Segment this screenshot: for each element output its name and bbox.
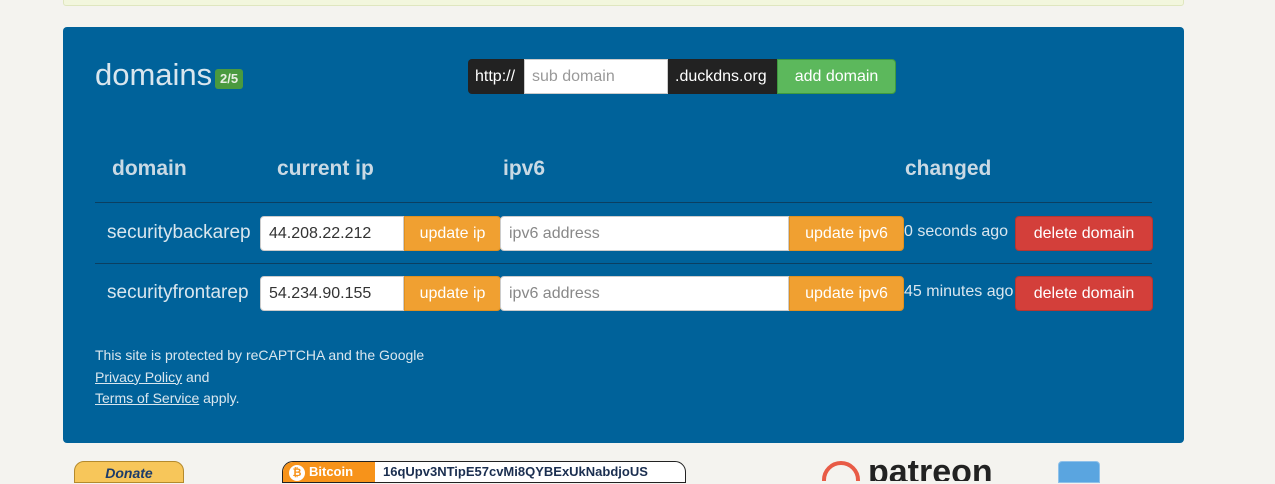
domain-count-badge: 2/5	[215, 69, 244, 89]
add-domain-form: http:// .duckdns.org add domain	[468, 59, 896, 94]
add-domain-button[interactable]: add domain	[777, 59, 896, 94]
patreon-button[interactable]: patreon	[822, 461, 1004, 481]
row-divider	[95, 202, 1152, 203]
current-ip-input[interactable]	[260, 216, 404, 251]
ipv6-input[interactable]	[500, 276, 789, 311]
subdomain-input[interactable]	[524, 59, 668, 94]
donate-button[interactable]: Donate	[74, 461, 184, 483]
delete-domain-button[interactable]: delete domain	[1015, 276, 1153, 311]
apply-text: apply.	[199, 390, 240, 406]
bitcoin-icon: ₿	[289, 465, 305, 481]
column-header-changed: changed	[905, 157, 992, 180]
top-alert-bar	[63, 0, 1184, 6]
patreon-label: patreon	[868, 461, 993, 481]
column-header-current-ip: current ip	[277, 157, 374, 180]
domain-name: securitybackarep	[107, 222, 251, 243]
domains-panel: domains 2/5 http:// .duckdns.org add dom…	[63, 27, 1184, 443]
table-row: securitybackarep update ip update ipv6 0…	[95, 215, 1153, 251]
update-ipv6-button[interactable]: update ipv6	[789, 276, 904, 311]
changed-time: 0 seconds ago	[904, 223, 1009, 240]
recaptcha-notice: This site is protected by reCAPTCHA and …	[95, 345, 424, 410]
table-row: securityfrontarep update ip update ipv6 …	[95, 275, 1153, 311]
ipv6-input[interactable]	[500, 216, 789, 251]
url-prefix: http://	[468, 59, 524, 94]
social-icon[interactable]	[1058, 461, 1100, 483]
changed-time: 45 minutes ago	[904, 283, 1014, 300]
current-ip-input[interactable]	[260, 276, 404, 311]
domain-name: securityfrontarep	[107, 282, 249, 303]
page-title: domains	[95, 57, 213, 92]
update-ip-button[interactable]: update ip	[404, 276, 501, 311]
row-divider	[95, 263, 1152, 264]
terms-of-service-link[interactable]: Terms of Service	[95, 390, 199, 406]
update-ipv6-button[interactable]: update ipv6	[789, 216, 904, 251]
recaptcha-text: This site is protected by reCAPTCHA and …	[95, 347, 425, 363]
and-text: and	[182, 368, 210, 385]
delete-domain-button[interactable]: delete domain	[1015, 216, 1153, 251]
column-header-domain: domain	[112, 157, 187, 180]
url-suffix: .duckdns.org	[668, 59, 777, 94]
patreon-icon	[822, 461, 860, 481]
privacy-policy-link[interactable]: Privacy Policy	[95, 369, 182, 385]
bitcoin-donate-button[interactable]: Bitcoin ₿ 16qUpv3NTipE57cvMi8QYBExUkNabd…	[282, 461, 686, 483]
column-header-ipv6: ipv6	[503, 157, 546, 180]
bitcoin-address: 16qUpv3NTipE57cvMi8QYBExUkNabdjoUS	[383, 464, 648, 479]
update-ip-button[interactable]: update ip	[404, 216, 501, 251]
